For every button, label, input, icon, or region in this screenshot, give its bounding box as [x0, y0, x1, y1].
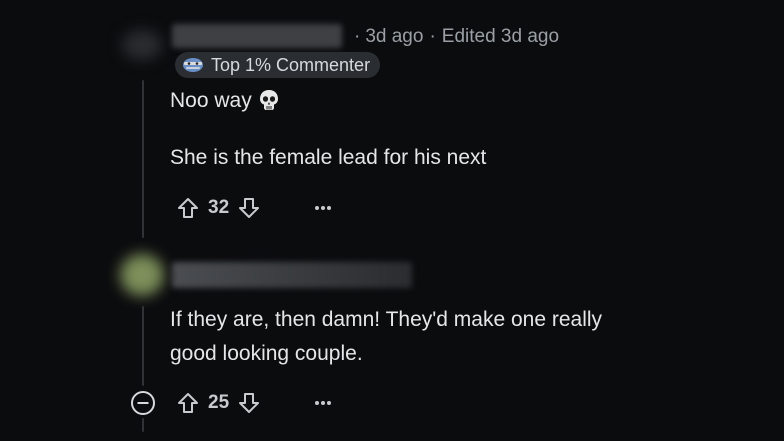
- comment-body-line: If they are, then damn! They'd make one …: [170, 308, 603, 331]
- upvote-icon[interactable]: [174, 389, 202, 417]
- upvote-icon[interactable]: [174, 194, 202, 222]
- edited-label: Edited 3d ago: [441, 26, 560, 47]
- avatar[interactable]: [122, 30, 162, 60]
- comment-body-line: good looking couple.: [170, 342, 363, 365]
- downvote-icon[interactable]: [235, 194, 263, 222]
- thread-line-2[interactable]: [142, 306, 144, 386]
- comment-body-line: Noo way: [170, 84, 280, 122]
- comment-actions: 25: [174, 388, 263, 418]
- user-flair: Top 1% Commenter: [175, 52, 381, 78]
- comment-body-line: She is the female lead for his next: [170, 146, 487, 169]
- vote-score: 25: [208, 392, 230, 413]
- collapse-thread-icon[interactable]: [130, 390, 156, 416]
- comment-text: Noo way: [170, 89, 252, 112]
- thread-line-1[interactable]: [142, 80, 144, 238]
- separator-dot: ·: [429, 26, 436, 47]
- username-redacted[interactable]: [172, 24, 342, 48]
- separator-dot: ·: [354, 26, 361, 47]
- comment-thread: · 3d ago · Edited 3d ago Top 1% Commenter N…: [0, 0, 784, 441]
- comment-actions: 32: [174, 193, 263, 223]
- timestamp: 3d ago: [365, 26, 424, 47]
- downvote-icon[interactable]: [235, 389, 263, 417]
- comment-meta: · 3d ago · Edited 3d ago: [354, 26, 559, 48]
- avatar[interactable]: [120, 254, 164, 296]
- username-redacted[interactable]: [172, 262, 412, 288]
- vote-score: 32: [208, 197, 230, 218]
- skull-emoji-icon: [258, 88, 280, 122]
- thread-line-2b[interactable]: [142, 418, 144, 432]
- flair-label: Top 1% Commenter: [211, 54, 371, 75]
- more-options-icon[interactable]: [310, 390, 336, 416]
- flair-icon: [181, 56, 205, 74]
- more-options-icon[interactable]: [310, 195, 336, 221]
